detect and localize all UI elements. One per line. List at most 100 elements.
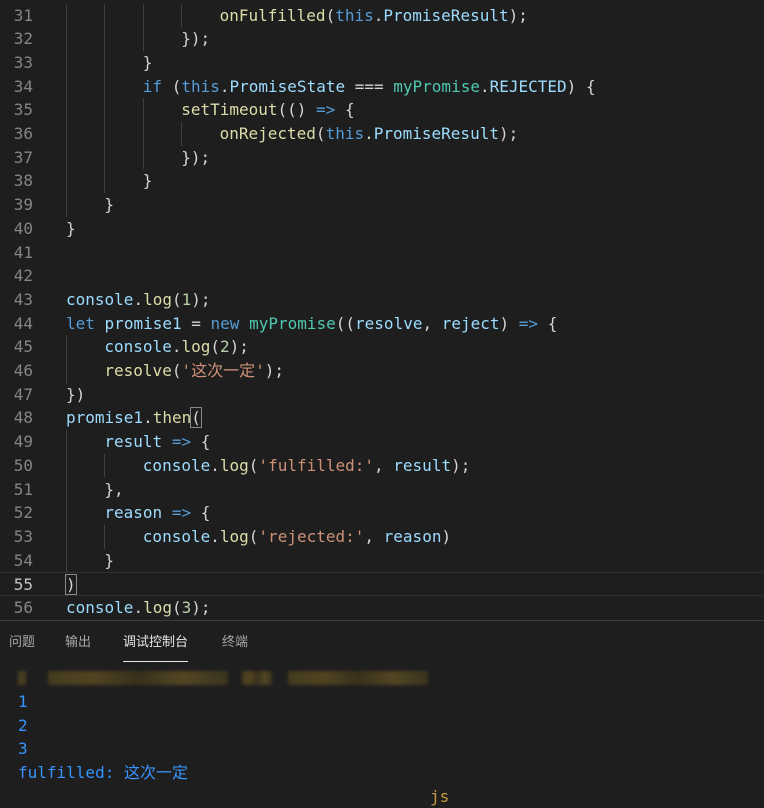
line-number: 39 [13,195,33,215]
code-line[interactable]: 36 onRejected(this.PromiseResult); [0,122,764,146]
code-line[interactable]: 31 onFulfilled(this.PromiseResult); [0,3,764,28]
code-line[interactable]: 35 setTimeout(() => { [0,98,764,122]
console-file-path: js [18,666,758,806]
line-code: } [66,217,76,241]
line-number: 33 [13,52,33,72]
code-token: , [374,455,394,475]
code-line[interactable]: 48 promise1.then( [0,406,764,430]
code-line[interactable]: 49 result => { [0,430,764,454]
indent-guide [66,524,67,549]
indent-guide [104,169,106,194]
code-token: promise1 [66,408,144,428]
code-line[interactable]: 39} [0,193,764,217]
indent-guide [66,3,67,28]
indent-guide [181,122,183,146]
code-token: this [181,76,220,96]
code-token: => [171,432,192,452]
code-token: => [316,100,336,120]
code-token: ( [171,598,182,617]
code-line[interactable]: 42 [0,264,764,288]
code-line[interactable]: 54} [0,548,764,573]
code-token: ) [499,313,519,333]
code-line[interactable]: 55) [0,572,764,596]
code-line[interactable]: 44 let promise1 = new myPromise((resolve,… [0,312,764,336]
line-code: }) [66,383,85,407]
indent-guide [142,145,144,170]
code-token: PromiseState [229,76,346,96]
matched-bracket: ( [190,407,202,429]
indent-guide [104,453,106,478]
code-token: ); [451,455,471,475]
code-token: log [181,337,211,357]
indent-guide [66,477,67,502]
line-number: 52 [13,503,33,523]
code-token: log [143,289,172,309]
code-token: }); [181,29,211,49]
line-number: 37 [13,147,33,167]
line-code: setTimeout(() => { [181,98,354,122]
indent-guide [66,122,67,146]
code-token: ) [441,526,452,546]
line-number: 51 [13,479,33,499]
code-line[interactable]: 45 console.log(2); [0,335,764,359]
tab-debug-console[interactable]: 调试控制台 [123,633,189,662]
line-number: 47 [13,384,33,404]
code-token: let [66,313,95,333]
tab-problems[interactable]: 问题 [9,633,35,653]
indent-guide [66,548,67,573]
indent-guide [66,430,67,454]
code-token: reason [383,526,442,546]
code-token: myPromise [249,313,336,333]
code-line[interactable]: 37}); [0,145,764,170]
code-line[interactable]: 43 console.log(1); [0,288,764,312]
matched-bracket: ) [65,574,77,596]
line-number: 40 [13,218,33,238]
indent-guide [142,3,144,28]
debug-console-output[interactable]: js 1 2 3 fulfilled: 这次一定 [18,666,758,806]
indent-guide [66,453,67,478]
bottom-panel: 问题 输出 调试控制台 终端 js 1 2 3 fulfilled: 这次一定 [0,620,764,808]
redacted-path-segment [242,671,272,685]
line-code: console.log('fulfilled:', result); [143,454,471,478]
code-line[interactable]: 53 console.log('rejected:', reason) [0,524,764,549]
tab-output[interactable]: 输出 [65,633,91,653]
indent-guide [104,50,106,75]
code-token: => [171,503,192,523]
code-line[interactable]: 38} [0,169,764,194]
code-token: ); [498,124,519,143]
code-line[interactable]: 50 console.log('fulfilled:', result); [0,453,764,478]
indent-guide [142,98,144,122]
code-line[interactable]: 40} [0,217,764,241]
code-line[interactable]: 32}); [0,27,764,51]
console-line: fulfilled: 这次一定 [18,763,188,783]
line-number: 34 [13,76,33,96]
line-number: 56 [13,598,33,617]
line-number: 54 [13,550,33,570]
indent-guide [104,145,106,170]
line-code: } [104,193,114,217]
code-token: myPromise [393,76,480,96]
code-line[interactable]: 47}) [0,383,764,407]
code-line[interactable]: 46 resolve('这次一定'); [0,359,764,383]
code-line[interactable]: 34 if (this.PromiseState === myPromise.RE… [0,74,764,99]
code-line[interactable]: 33} [0,50,764,75]
indent-guide [104,3,106,28]
code-line[interactable]: 52 reason => { [0,501,764,525]
indent-guide [104,27,106,51]
code-editor[interactable]: 31 onFulfilled(this.PromiseResult); 32}); 3… [0,0,764,620]
tab-terminal[interactable]: 终端 [222,633,248,653]
line-number: 55 [13,575,33,595]
line-code: onFulfilled(this.PromiseResult); [220,4,528,28]
code-token: } [104,550,115,570]
code-token: result [393,455,452,475]
code-line[interactable]: 41 [0,241,764,265]
redacted-path-segment [48,671,228,685]
code-line[interactable]: 56 console.log(3); [0,596,764,620]
code-token: ); [229,337,249,357]
code-token: console [66,598,134,617]
code-token: }) [66,384,86,404]
code-line[interactable]: 51}, [0,477,764,502]
code-token: console [104,337,172,357]
code-token: ); [191,598,211,617]
